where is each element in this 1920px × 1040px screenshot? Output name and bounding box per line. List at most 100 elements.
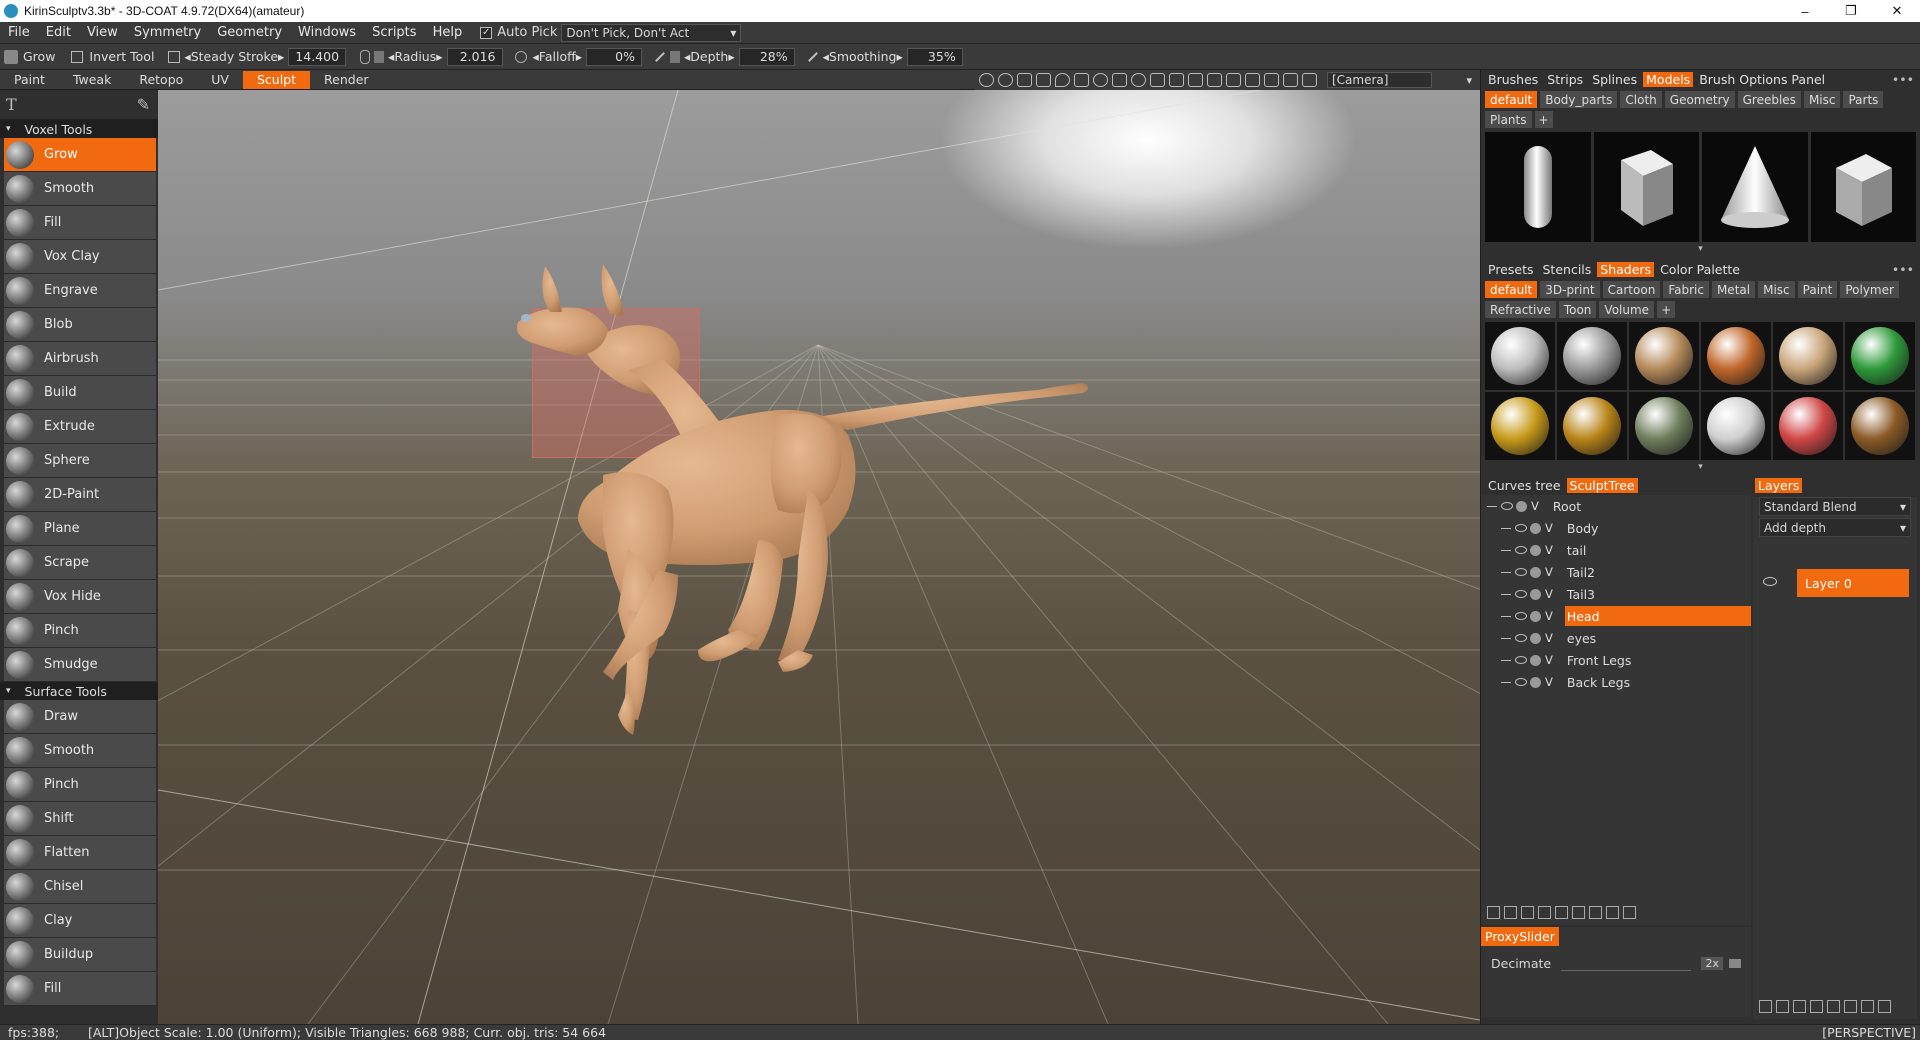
shader-cat-refractive[interactable]: Refractive <box>1485 301 1556 318</box>
category-plants[interactable]: Plants <box>1485 111 1532 128</box>
category-cloth[interactable]: Cloth <box>1620 91 1662 108</box>
decimate-slider[interactable] <box>1561 957 1692 971</box>
shader-swatch[interactable] <box>1773 322 1843 390</box>
shader-cat-toon[interactable]: Toon <box>1558 301 1597 318</box>
model-cone[interactable] <box>1702 132 1808 242</box>
expand-icon[interactable] <box>1501 571 1511 573</box>
add-shader-category-button[interactable]: + <box>1657 301 1676 318</box>
tree-node-eyes[interactable]: Veyes <box>1481 627 1751 649</box>
shader-cat-metal[interactable]: Metal <box>1711 281 1756 298</box>
tool-build[interactable]: Build <box>4 376 156 410</box>
tab-proxy-slider[interactable]: ProxySlider <box>1481 927 1559 946</box>
fit-icon[interactable] <box>1169 73 1184 87</box>
arrow-up-icon[interactable] <box>1844 1000 1857 1013</box>
tool-pinch[interactable]: Pinch <box>4 768 156 802</box>
tool-fill[interactable]: Fill <box>4 972 156 1006</box>
tool-clay[interactable]: Clay <box>4 904 156 938</box>
layer-item[interactable]: Layer 0 <box>1797 569 1909 597</box>
close-button[interactable]: ✕ <box>1874 0 1920 22</box>
axis-icon[interactable] <box>1264 73 1279 87</box>
tool-2d-paint[interactable]: 2D-Paint <box>4 478 156 512</box>
tool-pinch[interactable]: Pinch <box>4 614 156 648</box>
home-icon[interactable] <box>1207 73 1222 87</box>
light-icon[interactable] <box>998 73 1013 87</box>
radius-control[interactable]: ◂Radius▸ 2.016 <box>354 47 503 66</box>
room-uv[interactable]: UV <box>197 71 243 89</box>
tab-curves-tree[interactable]: Curves tree <box>1485 478 1564 493</box>
tree-node-front-legs[interactable]: V Front Legs <box>1481 649 1751 671</box>
invert-checkbox[interactable] <box>71 50 84 63</box>
eye-icon[interactable] <box>1515 524 1527 532</box>
depth-control[interactable]: ◂Depth▸ 28% <box>650 47 795 66</box>
tool-blob[interactable]: Blob <box>4 308 156 342</box>
voxel-flag[interactable]: V <box>1545 521 1553 535</box>
expand-icon[interactable] <box>1487 505 1497 507</box>
tool-smooth[interactable]: Smooth <box>4 172 156 206</box>
category-default[interactable]: default <box>1485 91 1538 108</box>
shader-swatch[interactable] <box>1773 392 1843 460</box>
tab-stencils[interactable]: Stencils <box>1540 262 1595 277</box>
tab-layers[interactable]: Layers <box>1755 478 1803 493</box>
ghost-icon[interactable] <box>1530 610 1541 622</box>
export-icon[interactable] <box>1606 906 1619 919</box>
rotate-view-icon[interactable] <box>1093 73 1108 87</box>
menu-symmetry[interactable]: Symmetry <box>126 25 209 40</box>
category-parts[interactable]: Parts <box>1843 91 1884 108</box>
shader-swatch[interactable] <box>1701 392 1771 460</box>
eye-icon[interactable] <box>1515 546 1527 554</box>
tab-sculpt-tree[interactable]: SculptTree <box>1566 478 1638 493</box>
menu-file[interactable]: File <box>0 25 38 40</box>
shader-swatch[interactable] <box>1701 322 1771 390</box>
shader-cat-cartoon[interactable]: Cartoon <box>1602 281 1661 298</box>
voxel-flag[interactable]: V <box>1545 543 1553 557</box>
shader-swatch[interactable] <box>1845 322 1915 390</box>
menu-windows[interactable]: Windows <box>290 25 364 40</box>
steady-stroke-value[interactable]: 14.400 <box>288 47 347 66</box>
steady-stroke-checkbox[interactable] <box>168 50 181 63</box>
ghost-icon[interactable] <box>1530 632 1541 644</box>
voxel-flag[interactable]: V <box>1545 653 1553 667</box>
tool-shift[interactable]: Shift <box>4 802 156 836</box>
tab-presets[interactable]: Presets <box>1485 262 1537 277</box>
grid-icon[interactable] <box>1245 73 1260 87</box>
tool-flatten[interactable]: Flatten <box>4 836 156 870</box>
expand-icon[interactable] <box>1501 527 1511 529</box>
voxel-flag[interactable]: V <box>1531 499 1539 513</box>
brush-icon[interactable]: ✎ <box>137 95 150 114</box>
shading-icon[interactable] <box>979 73 994 87</box>
blend-mode-select[interactable]: Standard Blend ▾ <box>1759 497 1911 516</box>
voxel-tools-header[interactable]: ▾ Voxel Tools <box>0 120 158 138</box>
tool-sphere[interactable]: Sphere <box>4 444 156 478</box>
smoothing-value[interactable]: 35% <box>906 47 963 66</box>
shader-swatch[interactable] <box>1845 392 1915 460</box>
shader-cat-default[interactable]: default <box>1485 281 1538 298</box>
shader-cat-3d-print[interactable]: 3D-print <box>1540 281 1600 298</box>
paint-layer-icon[interactable] <box>1827 1000 1840 1013</box>
tool-buildup[interactable]: Buildup <box>4 938 156 972</box>
shader-swatch[interactable] <box>1485 392 1555 460</box>
shader-cat-polymer[interactable]: Polymer <box>1840 281 1899 298</box>
menu-view[interactable]: View <box>79 25 126 40</box>
voxel-flag[interactable]: V <box>1545 609 1553 623</box>
falloff-control[interactable]: ◂Falloff▸ 0% <box>511 47 642 66</box>
room-sculpt[interactable]: Sculpt <box>242 70 311 89</box>
arrow-down-icon[interactable] <box>1793 1000 1806 1013</box>
tree-node-tail3[interactable]: V Tail3 <box>1481 583 1751 605</box>
invert-tool-toggle[interactable]: Invert Tool <box>63 49 154 64</box>
room-paint[interactable]: Paint <box>0 71 59 89</box>
kirin-model[interactable] <box>516 264 1088 735</box>
shader-swatch[interactable] <box>1557 392 1627 460</box>
category-body-parts[interactable]: Body_parts <box>1540 91 1618 108</box>
tool-scrape[interactable]: Scrape <box>4 546 156 580</box>
eye-icon[interactable] <box>1515 678 1527 686</box>
shader-cat-volume[interactable]: Volume <box>1599 301 1655 318</box>
menu-geometry[interactable]: Geometry <box>209 25 290 40</box>
tab-splines[interactable]: Splines <box>1589 72 1640 87</box>
smoothing-control[interactable]: ◂Smoothing▸ 35% <box>803 47 963 66</box>
text-tool-icon[interactable]: T <box>6 95 17 114</box>
tool-plane[interactable]: Plane <box>4 512 156 546</box>
ghost-icon[interactable] <box>1530 566 1541 578</box>
eye-icon[interactable] <box>1515 590 1527 598</box>
duplicate-icon[interactable] <box>1555 906 1568 919</box>
tool-airbrush[interactable]: Airbrush <box>4 342 156 376</box>
